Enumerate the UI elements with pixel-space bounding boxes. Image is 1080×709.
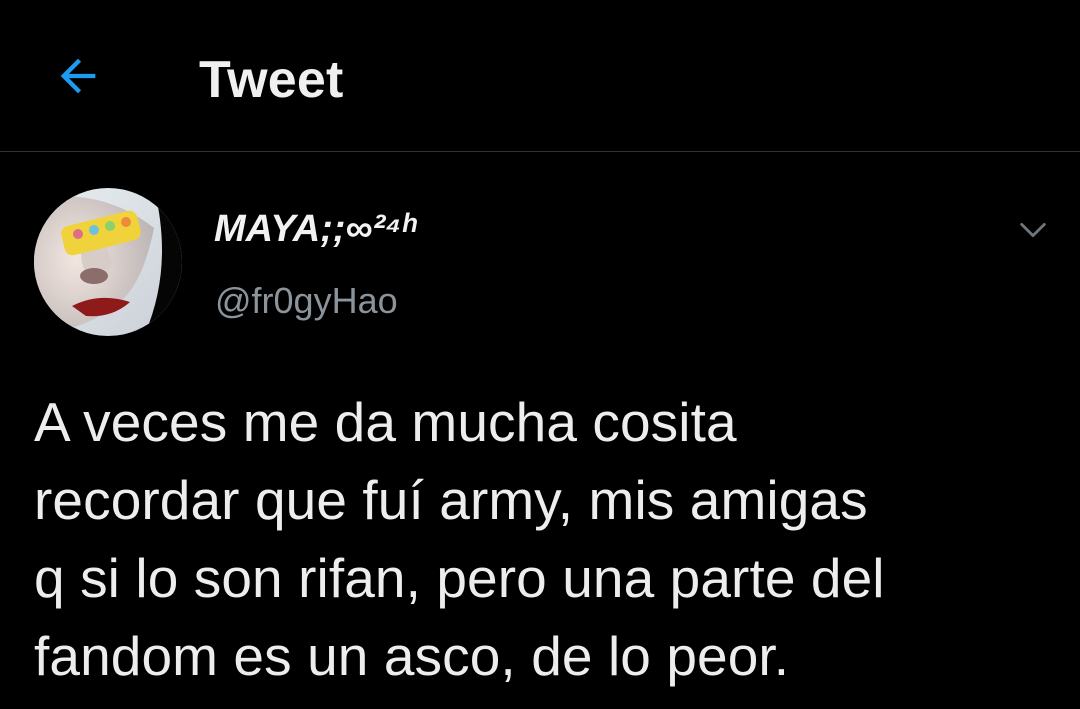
page-title: Tweet bbox=[199, 51, 344, 109]
top-bar: Tweet bbox=[0, 0, 1080, 152]
tweet-text: A veces me da mucha cosita recordar que … bbox=[34, 391, 885, 687]
author-handle[interactable]: @fr0gyHao bbox=[215, 277, 398, 325]
profile-photo-icon bbox=[34, 188, 182, 336]
arrow-left-icon bbox=[60, 58, 96, 94]
avatar[interactable] bbox=[34, 188, 182, 336]
tweet-detail: MAYA;;∞²⁴ʰ @fr0gyHao A veces me da mucha… bbox=[0, 153, 1080, 709]
tweet-menu-button[interactable] bbox=[1010, 207, 1056, 253]
author-display-name[interactable]: MAYA;;∞²⁴ʰ bbox=[214, 205, 417, 253]
chevron-down-icon bbox=[1020, 222, 1046, 238]
back-button[interactable] bbox=[42, 44, 114, 108]
